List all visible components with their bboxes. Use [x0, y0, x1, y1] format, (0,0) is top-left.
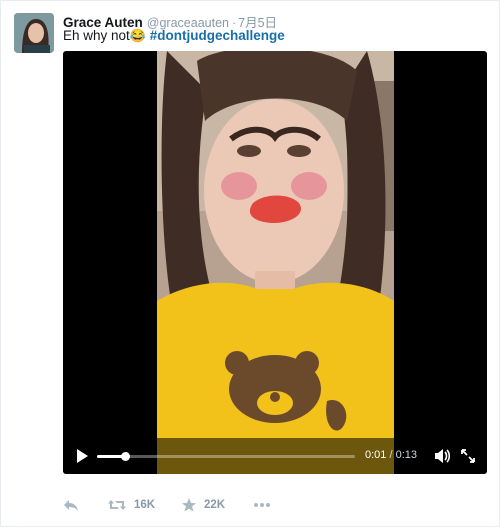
avatar[interactable]: [14, 13, 54, 53]
video-controls: 0:01 / 0:13: [63, 438, 487, 474]
time-separator: /: [386, 449, 396, 461]
fullscreen-icon: [461, 449, 475, 463]
like-icon: [182, 498, 196, 512]
retweet-button[interactable]: 16K: [107, 497, 155, 513]
reply-icon: [64, 500, 78, 511]
video-frame: [157, 51, 394, 474]
total-duration: 0:13: [395, 449, 418, 461]
laughing-emoji: 😂: [129, 28, 146, 43]
more-button[interactable]: [253, 497, 271, 513]
video-player[interactable]: 0:01 / 0:13: [63, 51, 487, 474]
tweet-text: Eh why not😂 #dontjudgechallenge: [63, 28, 285, 44]
time-readout: 0:01 / 0:13: [365, 449, 417, 461]
volume-button[interactable]: [433, 447, 451, 465]
progress-knob[interactable]: [121, 452, 131, 461]
more-icon: [254, 503, 270, 507]
fullscreen-button[interactable]: [459, 447, 477, 465]
like-count: 22K: [204, 499, 226, 511]
reply-button[interactable]: [63, 497, 79, 513]
play-icon: [77, 449, 88, 463]
like-button[interactable]: 22K: [181, 497, 225, 513]
retweet-count: 16K: [134, 499, 156, 511]
tweet-card: Grace Auten @graceaauten · 7月5日 Eh why n…: [0, 0, 500, 527]
progress-track[interactable]: [97, 452, 355, 461]
play-button[interactable]: [73, 447, 91, 465]
elapsed-time: 0:01: [365, 449, 387, 461]
tweet-text-body: Eh why not: [63, 28, 130, 43]
hashtag-link[interactable]: #dontjudgechallenge: [150, 28, 285, 43]
retweet-icon: [108, 500, 126, 510]
volume-icon: [435, 449, 451, 463]
